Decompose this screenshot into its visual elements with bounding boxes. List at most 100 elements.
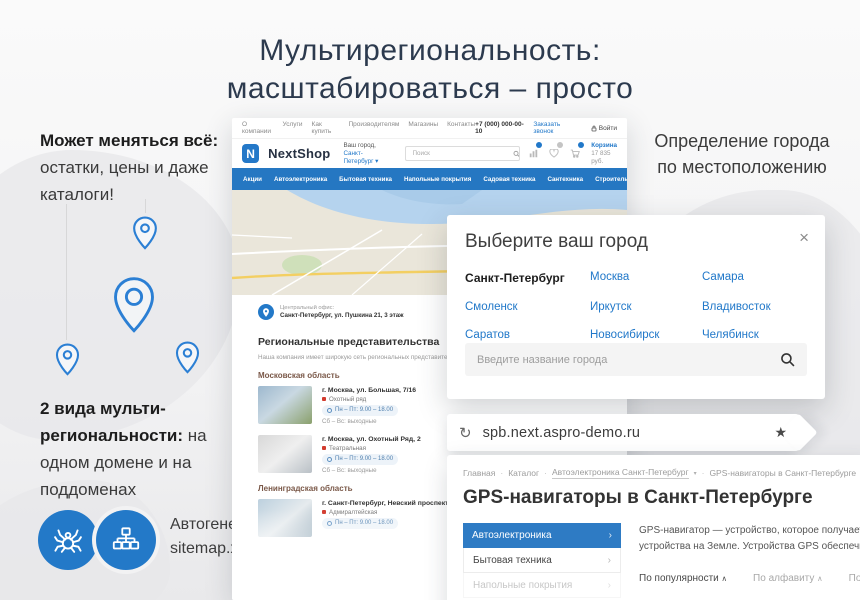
shop-city-chooser[interactable]: Ваш город, Санкт-Петербург ▾ — [343, 142, 392, 166]
breadcrumb-separator: · — [544, 468, 547, 478]
spider-icon — [50, 522, 86, 558]
callback-link[interactable]: Заказать звонок — [533, 121, 579, 135]
topbar-link[interactable]: О компании — [242, 121, 274, 135]
nav-item[interactable]: Садовая техника — [478, 176, 540, 183]
browser-address-bar[interactable]: ↻ spb.next.aspro-demo.ru ★ — [447, 414, 799, 451]
shop-city-label: Ваш город, — [343, 142, 392, 150]
nav-item[interactable]: Бытовая техника — [334, 176, 397, 183]
office-weekend: Сб – Вс: выходные — [322, 466, 421, 475]
geolocation-caption-line1: Определение города — [628, 128, 856, 154]
office-metro: Охотный ряд — [322, 395, 416, 404]
metro-icon — [322, 446, 326, 450]
shop-header: N NextShop Ваш город, Санкт-Петербург ▾ … — [232, 138, 627, 168]
menu-item-flooring[interactable]: Напольные покрытия › — [463, 573, 621, 598]
cart-summary[interactable]: Корзина 17 835 руб. — [591, 142, 617, 166]
menu-item-label: Бытовая техника — [473, 555, 552, 566]
city-link-selected[interactable]: Санкт-Петербург — [465, 271, 590, 285]
sort-label: По алфавиту — [753, 573, 814, 584]
city-link[interactable]: Москва — [590, 271, 702, 285]
geolocation-caption: Определение города по местоположению — [628, 128, 856, 180]
favorites-badge — [557, 142, 563, 148]
office-photo — [258, 499, 312, 537]
shop-topbar: О компании Услуги Как купить Производите… — [232, 118, 627, 138]
search-icon[interactable] — [780, 352, 795, 367]
shop-phone[interactable]: +7 (000) 000-00-10 — [475, 121, 528, 135]
city-search-input[interactable] — [477, 354, 780, 366]
shop-city-value[interactable]: Санкт-Петербург ▾ — [343, 150, 392, 166]
cart-icon[interactable] — [570, 145, 580, 163]
login-label: Войти — [599, 125, 617, 132]
contact-office: Центральный офис: Санкт-Петербург, ул. П… — [258, 304, 404, 320]
clock-icon — [327, 521, 332, 526]
shop-search-input[interactable]: Поиск — [405, 146, 520, 161]
cart-badge — [578, 142, 584, 148]
lock-icon — [591, 125, 597, 132]
bookmark-star-icon[interactable]: ★ — [774, 424, 787, 441]
topbar-link[interactable]: Магазины — [408, 121, 438, 135]
city-link[interactable]: Самара — [702, 271, 812, 285]
breadcrumb: Главная · Каталог · Автоэлектроника Санк… — [463, 467, 860, 479]
city-link[interactable]: Новосибирск — [590, 329, 702, 341]
nav-item[interactable]: Строительные материалы — [590, 176, 627, 183]
breadcrumb-item[interactable]: Автоэлектроника Санкт-Петербург — [552, 467, 689, 479]
city-link[interactable]: Смоленск — [465, 301, 590, 313]
office-address: г. Москва, ул. Охотный Ряд, 2 — [322, 435, 421, 444]
sort-asc-icon: ∧ — [722, 574, 728, 583]
geolocation-caption-line2: по местоположению — [628, 154, 856, 180]
breadcrumb-item[interactable]: Главная — [463, 468, 495, 478]
favorites-icon[interactable] — [549, 145, 559, 163]
topbar-link[interactable]: Производителям — [348, 121, 399, 135]
nav-item-sale[interactable]: Акции — [238, 176, 267, 183]
location-pin-icon-large — [112, 276, 156, 334]
sort-alphabet[interactable]: По алфавиту ∧ — [753, 573, 823, 584]
office-metro-name: Театральная — [329, 445, 366, 452]
menu-item-autoelectronics[interactable]: Автоэлектроника › — [463, 523, 621, 548]
cart-sum: 17 835 руб. — [591, 150, 617, 166]
nav-item[interactable]: Напольные покрытия — [399, 176, 476, 183]
shop-logo-icon[interactable]: N — [242, 144, 259, 163]
menu-item-appliances[interactable]: Бытовая техника › — [463, 548, 621, 573]
topbar-link[interactable]: Контакты — [447, 121, 475, 135]
metro-icon — [322, 510, 326, 514]
breadcrumb-item[interactable]: Каталог — [508, 468, 539, 478]
chevron-right-icon: › — [608, 580, 611, 591]
shop-logo-text[interactable]: NextShop — [268, 146, 330, 161]
topbar-link[interactable]: Как купить — [312, 121, 340, 135]
sort-options: По популярности ∧ По алфавиту ∧ По цене … — [639, 573, 860, 584]
reload-icon[interactable]: ↻ — [459, 424, 472, 442]
office-photo — [258, 435, 312, 473]
compare-badge — [536, 142, 542, 148]
sort-price[interactable]: По цене ∧ — [849, 573, 860, 584]
office-hours-text: Пн – Пт: 9.00 – 18.00 — [335, 519, 393, 528]
sitemap-icon — [109, 523, 143, 557]
category-description: GPS-навигатор — устройство, которое полу… — [639, 523, 860, 555]
chevron-right-icon: › — [609, 530, 612, 541]
topbar-link[interactable]: Услуги — [283, 121, 303, 135]
office-metro: Театральная — [322, 444, 421, 453]
city-link[interactable]: Челябинск — [702, 329, 812, 341]
compare-icon[interactable] — [529, 145, 538, 163]
nav-item[interactable]: Сантехника — [542, 176, 588, 183]
office-hours-text: Пн – Пт: 9.00 – 18.00 — [335, 406, 393, 415]
city-link[interactable]: Саратов — [465, 329, 590, 341]
office-address: г. Москва, ул. Большая, 7/16 — [322, 386, 416, 395]
close-icon[interactable]: × — [799, 229, 809, 246]
shop-nav: Акции Автоэлектроника Бытовая техника На… — [232, 168, 627, 190]
office-photo — [258, 386, 312, 424]
url-text[interactable]: spb.next.aspro-demo.ru — [483, 425, 641, 441]
pin-icon — [258, 304, 274, 320]
office-hours: Пн – Пт: 9.00 – 18.00 — [322, 454, 398, 465]
cart-label[interactable]: Корзина — [591, 142, 617, 150]
location-pin-icon — [55, 343, 80, 376]
city-link[interactable]: Иркутск — [590, 301, 702, 313]
contact-office-value: Санкт-Петербург, ул. Пушкина 21, 3 этаж — [280, 312, 404, 320]
breadcrumb-item[interactable]: GPS-навигаторы в Санкт-Петербурге — [709, 468, 856, 478]
sort-popularity[interactable]: По популярности ∧ — [639, 573, 727, 584]
clock-icon — [327, 457, 332, 462]
chevron-down-icon[interactable]: ▾ — [694, 470, 697, 477]
clock-icon — [327, 408, 332, 413]
nav-item[interactable]: Автоэлектроника — [269, 176, 332, 183]
city-link[interactable]: Владивосток — [702, 301, 812, 313]
login-link[interactable]: Войти — [591, 125, 617, 132]
office-address: г. Санкт-Петербург, Невский проспект, 35 — [322, 499, 459, 508]
